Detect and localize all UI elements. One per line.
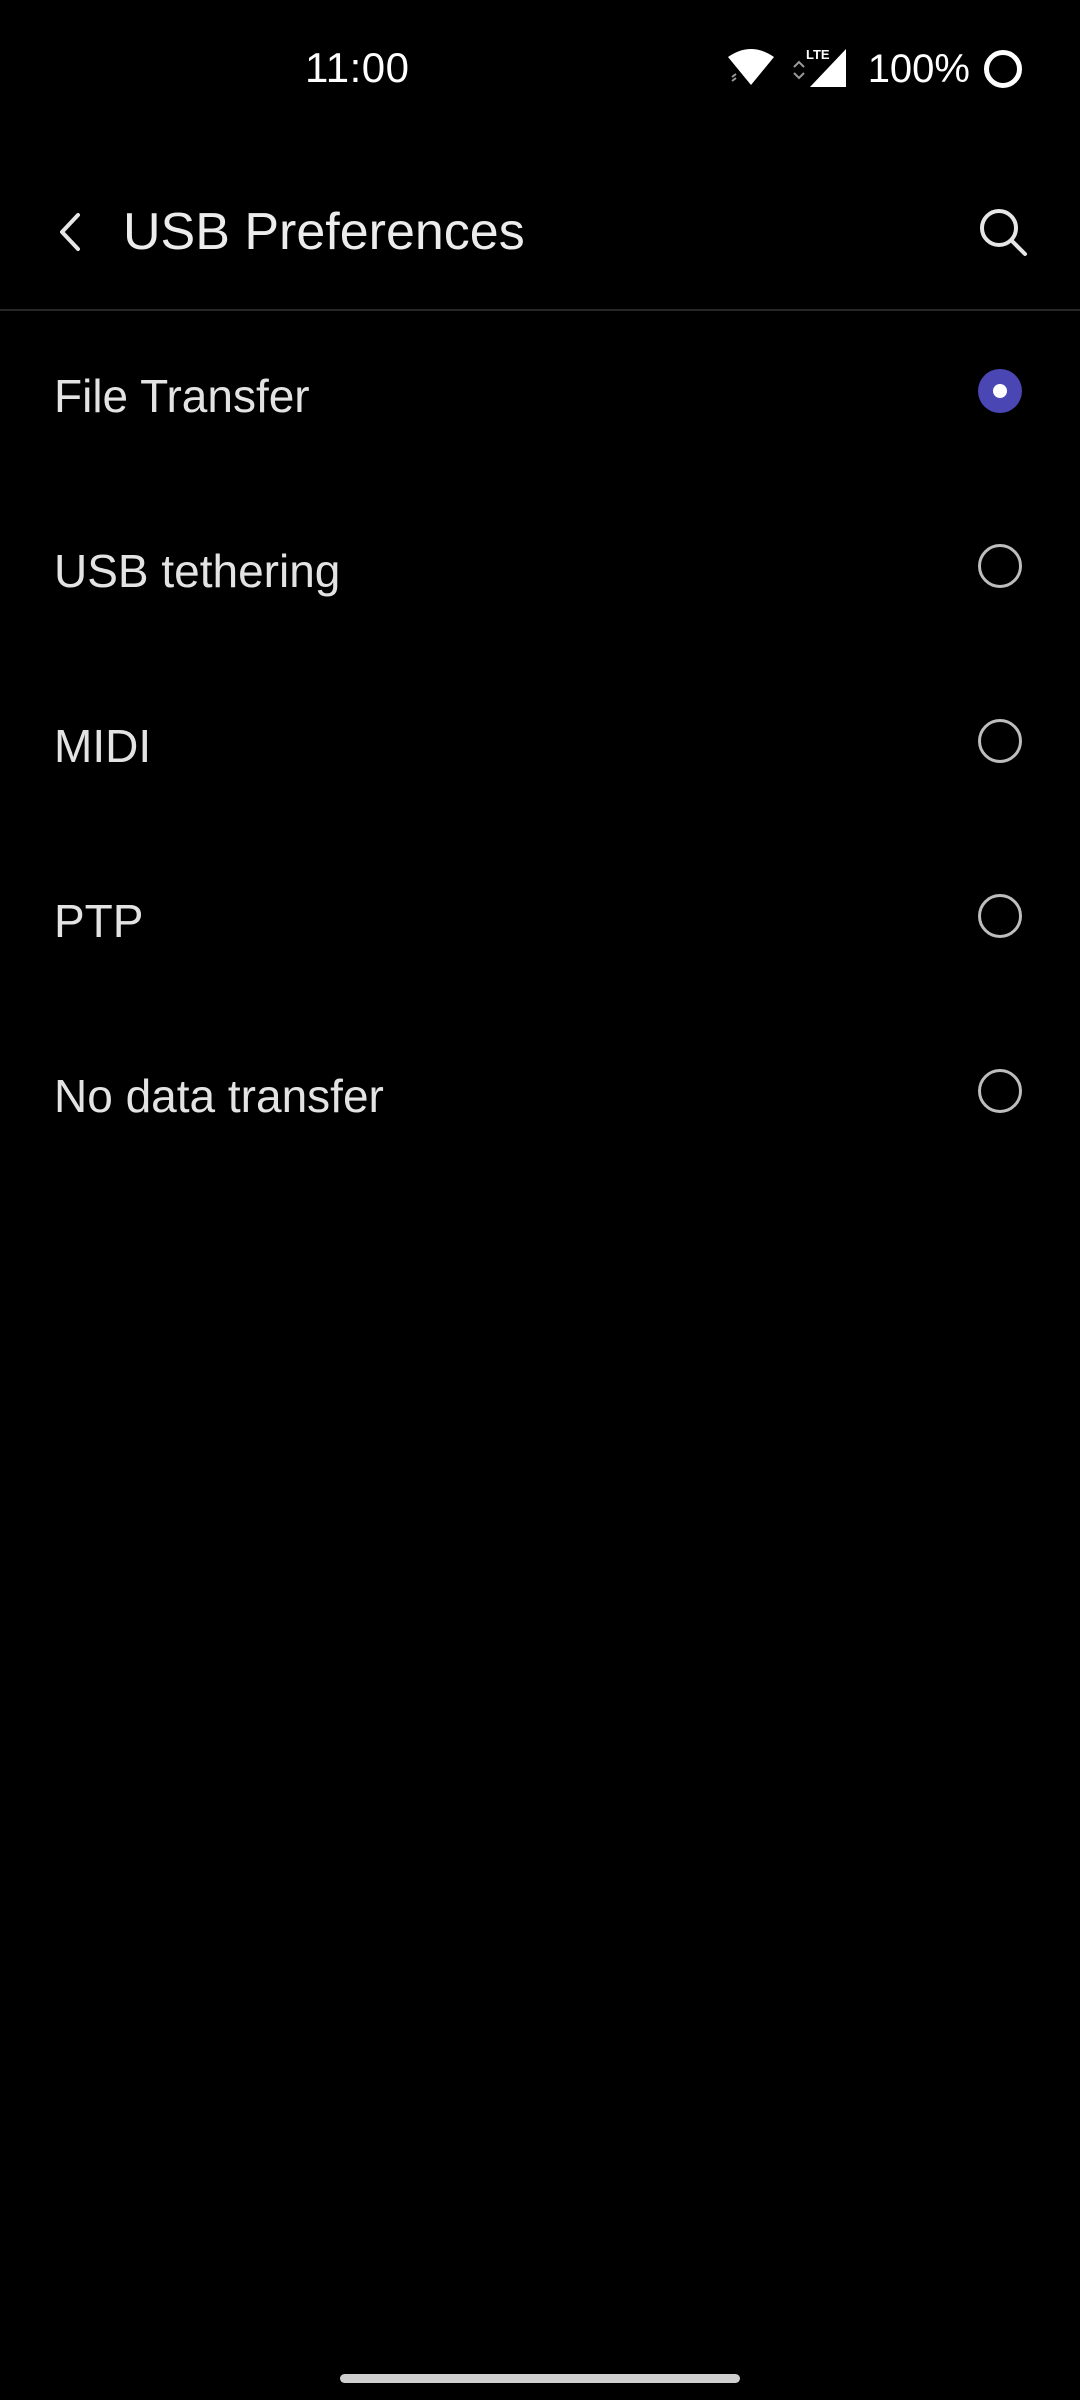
search-button[interactable] <box>968 194 1038 274</box>
option-label: PTP <box>54 895 144 947</box>
radio-dot <box>993 384 1007 398</box>
battery-percent: 100% <box>867 46 970 91</box>
status-time: 11:00 <box>305 44 410 91</box>
radio-button[interactable] <box>978 719 1022 763</box>
option-no-data-transfer[interactable]: No data transfer <box>0 1011 1080 1186</box>
option-midi[interactable]: MIDI <box>0 661 1080 836</box>
gesture-nav-handle[interactable] <box>340 2374 740 2383</box>
radio-button[interactable] <box>978 1069 1022 1113</box>
chevron-left-icon <box>56 211 84 258</box>
wifi-icon <box>726 47 776 92</box>
back-button[interactable] <box>40 198 100 270</box>
search-icon <box>977 206 1029 263</box>
usb-options-list: File Transfer USB tethering MIDI PTP No … <box>0 311 1080 1186</box>
radio-button[interactable] <box>978 544 1022 588</box>
option-label: No data transfer <box>54 1070 384 1122</box>
radio-button[interactable] <box>978 894 1022 938</box>
battery-ring-icon <box>984 50 1022 88</box>
app-bar: USB Preferences <box>0 160 1080 310</box>
radio-button-selected[interactable] <box>978 369 1022 413</box>
usb-preferences-screen: 11:00 LTE 100% USB Preferences File Tran… <box>0 0 1080 2400</box>
page-title: USB Preferences <box>123 203 525 261</box>
option-label: File Transfer <box>54 370 310 422</box>
lte-signal-icon: LTE <box>790 45 850 94</box>
status-icons: LTE 100% <box>712 44 1022 94</box>
option-label: MIDI <box>54 720 152 772</box>
lte-label: LTE <box>806 47 830 62</box>
option-label: USB tethering <box>54 545 341 597</box>
option-file-transfer[interactable]: File Transfer <box>0 311 1080 486</box>
status-bar: 11:00 LTE 100% <box>0 0 1080 140</box>
option-ptp[interactable]: PTP <box>0 836 1080 1011</box>
option-usb-tethering[interactable]: USB tethering <box>0 486 1080 661</box>
